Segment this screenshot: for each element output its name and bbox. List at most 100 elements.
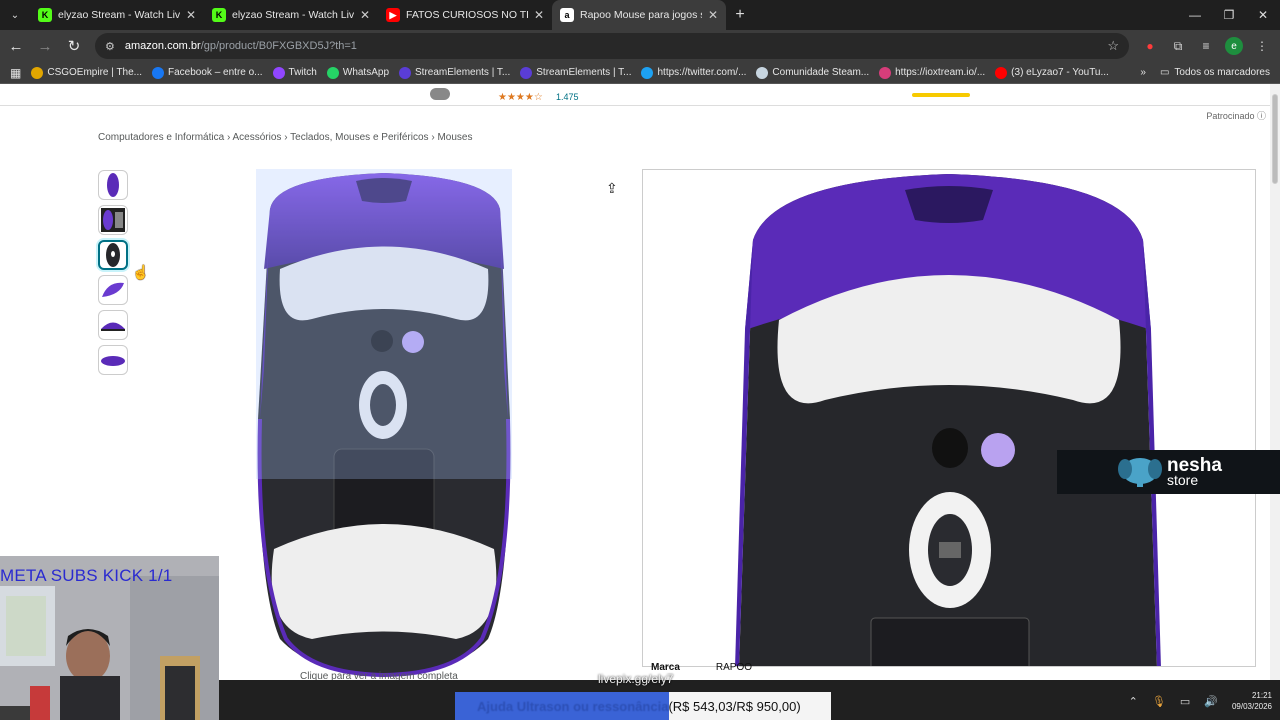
breadcrumb-mice[interactable]: Mouses <box>437 132 472 143</box>
breadcrumb-keyboards-mice[interactable]: Teclados, Mouses e Periféricos <box>290 132 428 143</box>
extensions-puzzle-icon[interactable]: ⧉ <box>1169 37 1187 55</box>
menu-dots-icon[interactable]: ⋮ <box>1253 37 1271 55</box>
share-icon[interactable]: ⇪ <box>606 180 618 197</box>
breadcrumb: Computadores e Informática › Acessórios … <box>98 132 472 143</box>
mouse-cursor-icon: ☝ <box>132 264 150 280</box>
profile-avatar[interactable]: e <box>1225 37 1243 55</box>
bookmark-item[interactable]: WhatsApp <box>326 66 390 79</box>
thumbnail-1[interactable] <box>98 170 128 200</box>
more-bookmarks-icon[interactable]: » <box>1140 67 1146 78</box>
bookmark-favicon-icon <box>995 66 1008 79</box>
buy-strip-button[interactable] <box>912 93 970 97</box>
tab-4[interactable]: a Rapoo Mouse para jogos sem fio ✕ <box>552 0 726 30</box>
mic-icon[interactable]: 🎙 <box>1152 695 1166 708</box>
bookmark-star-icon[interactable]: ☆ <box>1107 38 1119 54</box>
thumbnail-3[interactable] <box>98 240 128 270</box>
bookmark-label: WhatsApp <box>342 67 390 78</box>
bookmark-favicon-icon <box>31 66 44 79</box>
goal-label: Ajuda Ultrason ou ressonância <box>477 698 669 714</box>
tab-search-button[interactable]: ⌄ <box>0 0 30 30</box>
thumbnail-2[interactable] <box>98 205 128 235</box>
sponsored-label[interactable]: Patrocinado ⓘ <box>1206 109 1266 122</box>
bookmark-item[interactable]: CSGOEmpire | The... <box>31 66 143 79</box>
clock-date: 09/03/2026 <box>1231 702 1272 711</box>
bookmark-item[interactable]: Twitch <box>272 66 317 79</box>
thumbnail-5[interactable] <box>98 310 128 340</box>
bookmark-label: https://ioxtream.io/... <box>895 67 986 78</box>
tab-title: elyzao Stream - Watch Live on Kick <box>232 9 354 21</box>
bookmark-item[interactable]: Facebook – entre o... <box>152 66 263 79</box>
subs-goal-text: META SUBS KICK 1/1 <box>0 566 173 585</box>
bookmark-label: (3) eLyzao7 - YouTu... <box>1011 67 1109 78</box>
tab-strip: ⌄ K elyzao Stream - Watch Live on Kick ✕… <box>0 0 1280 30</box>
amazon-icon: a <box>560 8 574 22</box>
bookmark-item[interactable]: StreamElements | T... <box>399 66 510 79</box>
webcam-overlay: META SUBS KICK 1/1 <box>0 556 219 720</box>
breadcrumb-computers[interactable]: Computadores e Informática <box>98 132 224 143</box>
network-icon[interactable]: ▭ <box>1180 695 1190 708</box>
bookmark-label: Comunidade Steam... <box>772 67 870 78</box>
bookmark-label: CSGOEmpire | The... <box>47 67 143 78</box>
info-icon[interactable]: ⓘ <box>1257 111 1266 121</box>
tab-title: elyzao Stream - Watch Live on Kick <box>58 9 180 21</box>
close-tab-icon[interactable]: ✕ <box>708 8 718 22</box>
media-control-icon[interactable]: ≡ <box>1197 37 1215 55</box>
new-tab-button[interactable]: + <box>726 0 754 30</box>
bookmark-favicon-icon <box>879 66 892 79</box>
thumbnail-6[interactable] <box>98 345 128 375</box>
bookmark-item[interactable]: StreamElements | T... <box>520 66 632 79</box>
sponsored-text: Patrocinado <box>1206 111 1255 121</box>
volume-icon[interactable]: 🔊 <box>1204 695 1218 708</box>
tab-title: FATOS CURIOSOS NO TRÂNSITO <box>406 9 528 21</box>
reload-icon[interactable]: ↻ <box>61 33 87 59</box>
bookmark-item[interactable]: (3) eLyzao7 - YouTu... <box>995 66 1109 79</box>
clock-time: 21:21 <box>1251 691 1272 700</box>
extension-red-icon[interactable]: ● <box>1141 37 1159 55</box>
thumbnail-4[interactable] <box>98 275 128 305</box>
minimize-icon[interactable]: — <box>1178 0 1212 30</box>
thumbnail-list <box>98 170 128 380</box>
bookmark-item[interactable]: https://twitter.com/... <box>641 66 746 79</box>
elephant-logo-icon <box>1118 458 1162 487</box>
main-product-image[interactable] <box>256 169 512 679</box>
close-tab-icon[interactable]: ✕ <box>534 8 544 22</box>
close-window-icon[interactable]: ✕ <box>1246 0 1280 30</box>
zoomed-product-image <box>735 174 1161 666</box>
all-bookmarks-folder[interactable]: ▭ Todos os marcadores <box>1160 67 1270 78</box>
apps-grid-icon[interactable]: ▦ <box>10 66 21 80</box>
bookmark-favicon-icon <box>399 66 412 79</box>
forward-icon[interactable]: → <box>32 33 58 59</box>
tray-chevron-icon[interactable]: ⌃ <box>1129 695 1138 708</box>
tab-1[interactable]: K elyzao Stream - Watch Live on Kick ✕ <box>30 0 204 30</box>
zoom-preview-pane <box>642 169 1256 667</box>
kick-icon: K <box>38 8 52 22</box>
breadcrumb-accessories[interactable]: Acessórios <box>233 132 282 143</box>
url-domain: amazon.com.br <box>124 40 201 52</box>
tab-2[interactable]: K elyzao Stream - Watch Live on Kick ✕ <box>204 0 378 30</box>
page-scrollbar[interactable] <box>1270 84 1280 680</box>
close-tab-icon[interactable]: ✕ <box>360 8 370 22</box>
bookmark-item[interactable]: Comunidade Steam... <box>756 66 870 79</box>
clock[interactable]: 21:21 09/03/2026 <box>1232 690 1272 712</box>
bookmark-label: Twitch <box>288 67 317 78</box>
folder-icon: ▭ <box>1159 67 1170 78</box>
rating-count[interactable]: 1.475 <box>556 92 579 102</box>
nesha-store-banner: nesha store <box>1057 450 1280 494</box>
sticky-header: ★★★★☆ 1.475 <box>0 84 1270 106</box>
click-to-expand-hint[interactable]: Clique para ver a imagem completa <box>300 671 458 680</box>
close-tab-icon[interactable]: ✕ <box>186 8 196 22</box>
bookmark-favicon-icon <box>641 66 654 79</box>
bookmark-item[interactable]: https://ioxtream.io/... <box>879 66 986 79</box>
scrollbar-thumb[interactable] <box>1272 94 1278 184</box>
rating-stars[interactable]: ★★★★☆ <box>498 92 543 103</box>
browser-toolbar: ← → ↻ ⚙ amazon.com.br/gp/product/B0FXGBX… <box>0 30 1280 62</box>
bookmark-favicon-icon <box>272 66 285 79</box>
back-icon[interactable]: ← <box>3 33 29 59</box>
address-bar[interactable]: ⚙ amazon.com.br/gp/product/B0FXGBXD5J?th… <box>95 33 1129 59</box>
restore-icon[interactable]: ❐ <box>1212 0 1246 30</box>
bookmark-label: StreamElements | T... <box>536 67 632 78</box>
site-info-icon[interactable]: ⚙ <box>105 40 115 53</box>
url-path: /gp/product/B0FXGBXD5J?th=1 <box>200 40 357 52</box>
tab-3[interactable]: ▶ FATOS CURIOSOS NO TRÂNSITO ✕ <box>378 0 552 30</box>
mini-product-thumb[interactable] <box>430 88 450 100</box>
